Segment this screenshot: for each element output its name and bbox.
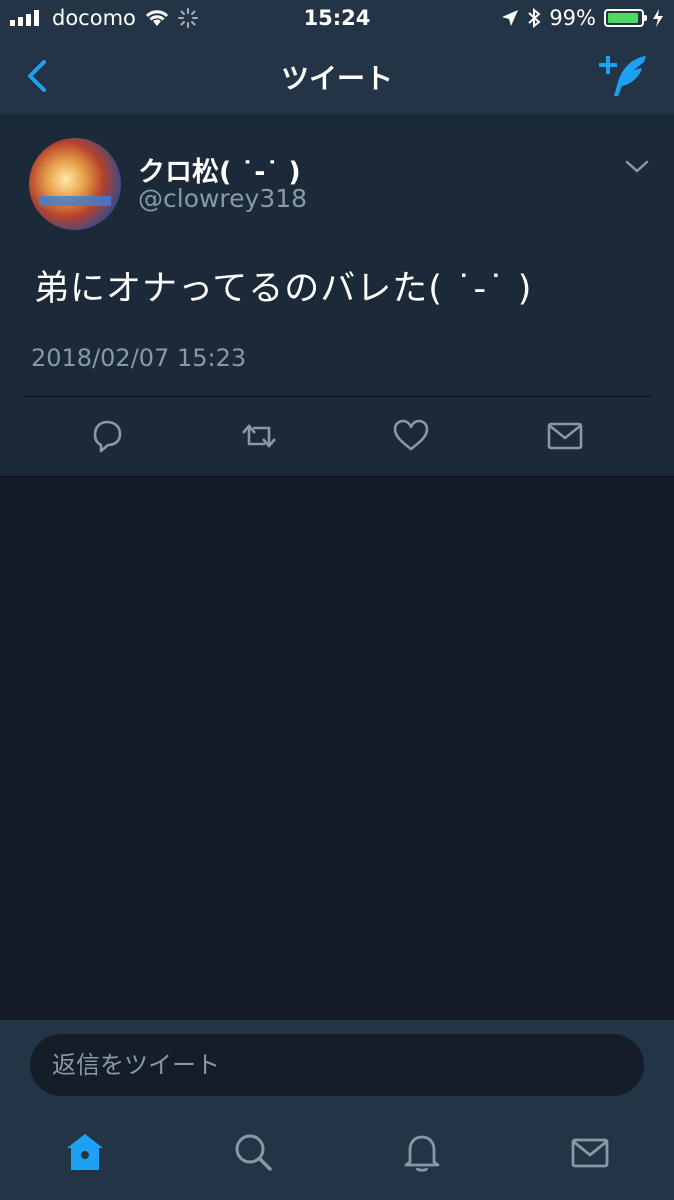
divider	[22, 396, 652, 397]
tweet-card: クロ松( ˙-˙ ) @clowrey318 弟にオナってるのバレた( ˙-˙ …	[0, 114, 674, 477]
messages-icon[interactable]	[568, 1130, 612, 1174]
charging-bolt-icon	[653, 9, 663, 27]
reply-bar	[0, 1020, 674, 1110]
home-icon[interactable]	[63, 1130, 107, 1174]
tweet-text: 弟にオナってるのバレた( ˙-˙ )	[34, 269, 533, 309]
location-arrow-icon	[502, 10, 519, 26]
status-bar: docomo 15:24 99%	[0, 0, 674, 38]
retweet-icon[interactable]	[239, 414, 279, 458]
tweet-actions	[0, 414, 674, 460]
tweet-timestamp: 2018/02/07 15:23	[31, 344, 247, 372]
battery-percent: 99%	[549, 6, 596, 30]
search-icon[interactable]	[231, 1130, 275, 1174]
bluetooth-icon	[528, 8, 541, 28]
user-handle[interactable]: @clowrey318	[138, 184, 307, 213]
avatar[interactable]	[29, 138, 121, 230]
chevron-down-icon[interactable]	[624, 156, 650, 176]
reply-icon[interactable]	[87, 414, 127, 458]
notifications-icon[interactable]	[400, 1130, 444, 1174]
battery-icon	[604, 9, 647, 27]
navigation-bar: ツイート	[0, 40, 674, 112]
top-bar: docomo 15:24 99% ツイート	[0, 0, 674, 114]
like-icon[interactable]	[391, 414, 431, 458]
reply-input[interactable]	[30, 1034, 644, 1096]
status-right: 99%	[501, 6, 664, 30]
page-title: ツイート	[280, 62, 393, 95]
compose-tweet-icon[interactable]	[598, 52, 650, 100]
tab-bar	[0, 1110, 674, 1200]
direct-message-icon[interactable]	[545, 414, 585, 458]
